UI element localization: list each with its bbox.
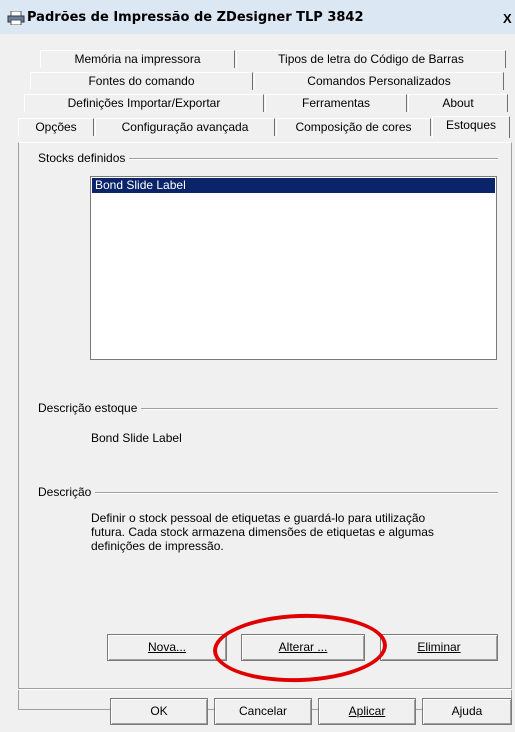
tab-about[interactable]: About [408,94,508,112]
tab-advanced-config[interactable]: Configuração avançada [95,118,275,136]
tab-row-4: Opções Configuração avançada Composição … [18,116,512,138]
apply-button[interactable]: Aplicar [318,698,416,725]
stock-description-label: Descrição estoque [38,401,142,415]
apply-label: Aplicar [348,704,386,718]
stocks-listbox[interactable]: Bond Slide Label [90,176,497,360]
description-text: Definir o stock pessoal de etiquetas e g… [91,511,434,553]
tab-row-2: Fontes do comando Comandos Personalizado… [30,72,510,92]
close-button[interactable]: X [503,11,515,27]
stock-list-item[interactable]: Bond Slide Label [92,178,495,193]
tab-row-3: Definições Importar/Exportar Ferramentas… [24,94,514,114]
stocks-group-label: Stocks definidos [38,151,130,165]
tab-import-export[interactable]: Definições Importar/Exportar [24,94,264,112]
dialog-body: Memória na impressora Tipos de letra do … [0,34,515,732]
tab-custom-commands[interactable]: Comandos Personalizados [254,72,504,90]
description-group-line [40,492,498,494]
tab-barcode-fonts[interactable]: Tipos de letra do Código de Barras [236,50,506,68]
stock-description-value: Bond Slide Label [91,431,182,445]
tab-command-fonts[interactable]: Fontes do comando [30,72,253,90]
printer-icon [7,11,25,25]
new-stock-label: Nova... [147,640,186,654]
tab-tools[interactable]: Ferramentas [265,94,407,112]
description-line: Definir o stock pessoal de etiquetas e g… [91,511,426,525]
tab-printer-memory[interactable]: Memória na impressora [40,50,235,68]
tab-color-composition[interactable]: Composição de cores [276,118,431,136]
description-line: definições de impressão. [91,539,224,553]
window-title: Padrões de Impressão de ZDesigner TLP 38… [27,10,364,25]
description-line: futura. Cada stock armazena dimensões de… [91,525,434,539]
edit-stock-button[interactable]: Alterar ... [241,634,365,661]
description-label: Descrição [38,485,96,499]
help-button[interactable]: Ajuda [422,698,512,725]
delete-stock-button[interactable]: Eliminar [380,634,498,661]
edit-stock-label: Alterar ... [278,640,328,654]
cancel-button[interactable]: Cancelar [214,698,312,725]
tab-row-1: Memória na impressora Tipos de letra do … [40,50,510,70]
tab-stocks[interactable]: Estoques [432,116,510,138]
footer-separator [18,688,512,690]
ok-button[interactable]: OK [110,698,208,725]
tab-options[interactable]: Opções [18,118,94,136]
new-stock-button[interactable]: Nova... [107,634,227,661]
delete-stock-label: Eliminar [417,640,461,654]
title-bar: Padrões de Impressão de ZDesigner TLP 38… [0,0,515,34]
